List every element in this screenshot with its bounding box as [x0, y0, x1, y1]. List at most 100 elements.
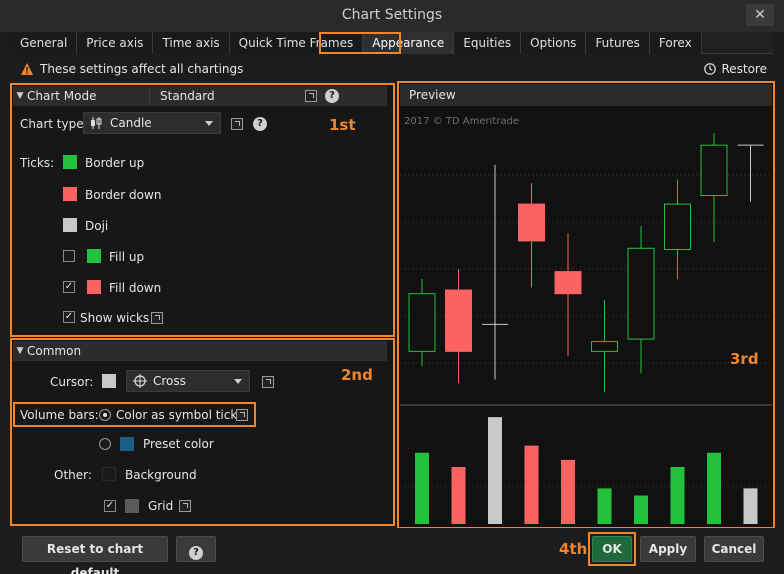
volume-bar [670, 467, 685, 524]
ok-button[interactable]: OK [592, 536, 632, 562]
tab-time-axis[interactable]: Time axis [153, 32, 230, 54]
cursor-label: Cursor: [50, 375, 94, 389]
restore-label: Restore [721, 62, 767, 76]
preset-color-label: Preset color [143, 437, 214, 451]
chart-mode-panel: ▼ Chart Mode Standard ? Chart type: Cand… [11, 84, 394, 336]
preview-header: Preview [400, 84, 772, 106]
fill-up-label: Fill up [109, 250, 145, 264]
mode-share-icon[interactable] [305, 90, 317, 102]
volume-bars-label: Volume bars: [20, 408, 99, 422]
help-icon: ? [189, 546, 203, 560]
annotation-3rd: 3rd [730, 350, 759, 368]
tab-equities[interactable]: Equities [454, 32, 522, 54]
candle-body [700, 144, 728, 196]
color-as-symbol-radio[interactable] [99, 409, 111, 421]
help-button[interactable]: ? [176, 536, 216, 562]
show-wicks-share-icon[interactable] [151, 312, 163, 324]
info-message: These settings affect all chartings [40, 62, 244, 76]
cancel-button[interactable]: Cancel [704, 536, 764, 562]
cursor-dropdown[interactable]: Cross [126, 370, 250, 392]
tab-price-axis[interactable]: Price axis [77, 32, 154, 54]
candles [408, 132, 764, 392]
bottom-bar: Reset to chart default ? 4th OK Apply Ca… [0, 528, 784, 574]
volume-bar [561, 459, 575, 524]
candle-body [627, 247, 655, 340]
color-as-symbol-label: Color as symbol ticks [116, 408, 244, 422]
chart-type-label: Chart type: [20, 117, 88, 131]
dropdown-arrow-icon [234, 379, 242, 384]
apply-button[interactable]: Apply [640, 536, 696, 562]
candle-body [408, 293, 436, 352]
info-bar: These settings affect all chartings Rest… [11, 56, 773, 82]
chart-type-value: Candle [110, 116, 152, 130]
restore-button[interactable]: Restore [703, 62, 767, 76]
annotation-1st: 1st [329, 116, 356, 134]
restore-icon [704, 63, 717, 75]
appearance-tab-highlight [319, 32, 401, 54]
crosshair-icon [133, 374, 147, 388]
chart-type-share-icon[interactable] [231, 118, 243, 130]
show-wicks-label: Show wicks [80, 311, 150, 325]
mode-help-icon[interactable]: ? [325, 89, 339, 103]
fill-down-checkbox[interactable]: ✓ [63, 281, 75, 293]
common-title: Common [27, 344, 82, 358]
doji-label: Doji [85, 219, 109, 233]
background-label: Background [125, 468, 197, 482]
preview-panel: Preview 2017 © TD Ameritrade 3rd [398, 82, 774, 528]
close-button[interactable]: ✕ [746, 4, 774, 26]
border-up-label: Border up [85, 156, 145, 170]
title-bar: Chart Settings ✕ [0, 0, 784, 32]
volume-bar [415, 452, 429, 524]
grid-checkbox[interactable]: ✓ [104, 500, 116, 512]
chevron-down-icon: ▼ [16, 346, 24, 356]
annotation-4th: 4th [559, 540, 588, 558]
reset-button[interactable]: Reset to chart default [22, 536, 168, 574]
fill-down-swatch[interactable] [87, 280, 101, 294]
chart-mode-value[interactable]: Standard [149, 89, 299, 103]
grid-label: Grid [148, 499, 174, 513]
other-label: Other: [54, 468, 92, 482]
volume-bar [488, 417, 502, 524]
volume-share-icon[interactable] [236, 409, 248, 421]
chevron-down-icon: ▼ [16, 91, 24, 101]
grid-share-icon[interactable] [179, 500, 191, 512]
chart-type-dropdown[interactable]: Candle [83, 112, 221, 134]
preset-color-swatch[interactable] [120, 437, 134, 451]
warning-icon [21, 63, 33, 75]
background-swatch[interactable] [102, 467, 116, 481]
common-header[interactable]: ▼ Common [13, 341, 387, 361]
chart-type-help-icon[interactable]: ? [253, 117, 267, 131]
cursor-color-swatch[interactable] [102, 374, 116, 388]
preview-chart: 2017 © TD Ameritrade 3rd [400, 116, 772, 524]
show-wicks-checkbox[interactable]: ✓ [63, 311, 75, 323]
border-down-swatch[interactable] [63, 187, 77, 201]
tab-general[interactable]: General [11, 32, 78, 54]
doji-swatch[interactable] [63, 218, 77, 232]
dropdown-arrow-icon [205, 121, 213, 126]
candle-body [445, 289, 472, 352]
candle-body [518, 203, 545, 242]
volume-bars [415, 417, 758, 524]
window-title: Chart Settings [341, 7, 443, 23]
chart-mode-title: Chart Mode [27, 89, 97, 103]
volume-bar [597, 488, 612, 524]
fill-up-checkbox[interactable] [63, 250, 75, 262]
tab-forex[interactable]: Forex [649, 32, 702, 54]
chart-mode-header[interactable]: ▼ Chart Mode Standard ? [13, 86, 387, 106]
preset-color-radio[interactable] [99, 438, 111, 450]
fill-up-swatch[interactable] [87, 249, 101, 263]
volume-bar [451, 467, 466, 524]
grid-swatch[interactable] [125, 499, 139, 513]
cursor-share-icon[interactable] [262, 376, 274, 388]
candle-body [664, 203, 691, 251]
candle-body [554, 271, 582, 295]
tab-options[interactable]: Options [521, 32, 587, 54]
volume-bar [524, 445, 539, 524]
annotation-2nd: 2nd [341, 366, 373, 384]
border-down-label: Border down [85, 188, 162, 202]
common-panel: ▼ Common Cursor: Cross Volume bars: Colo… [11, 339, 394, 525]
tab-futures[interactable]: Futures [586, 32, 650, 54]
border-up-swatch[interactable] [63, 155, 77, 169]
preview-watermark: 2017 © TD Ameritrade [404, 116, 519, 127]
ticks-label: Ticks: [20, 156, 55, 170]
